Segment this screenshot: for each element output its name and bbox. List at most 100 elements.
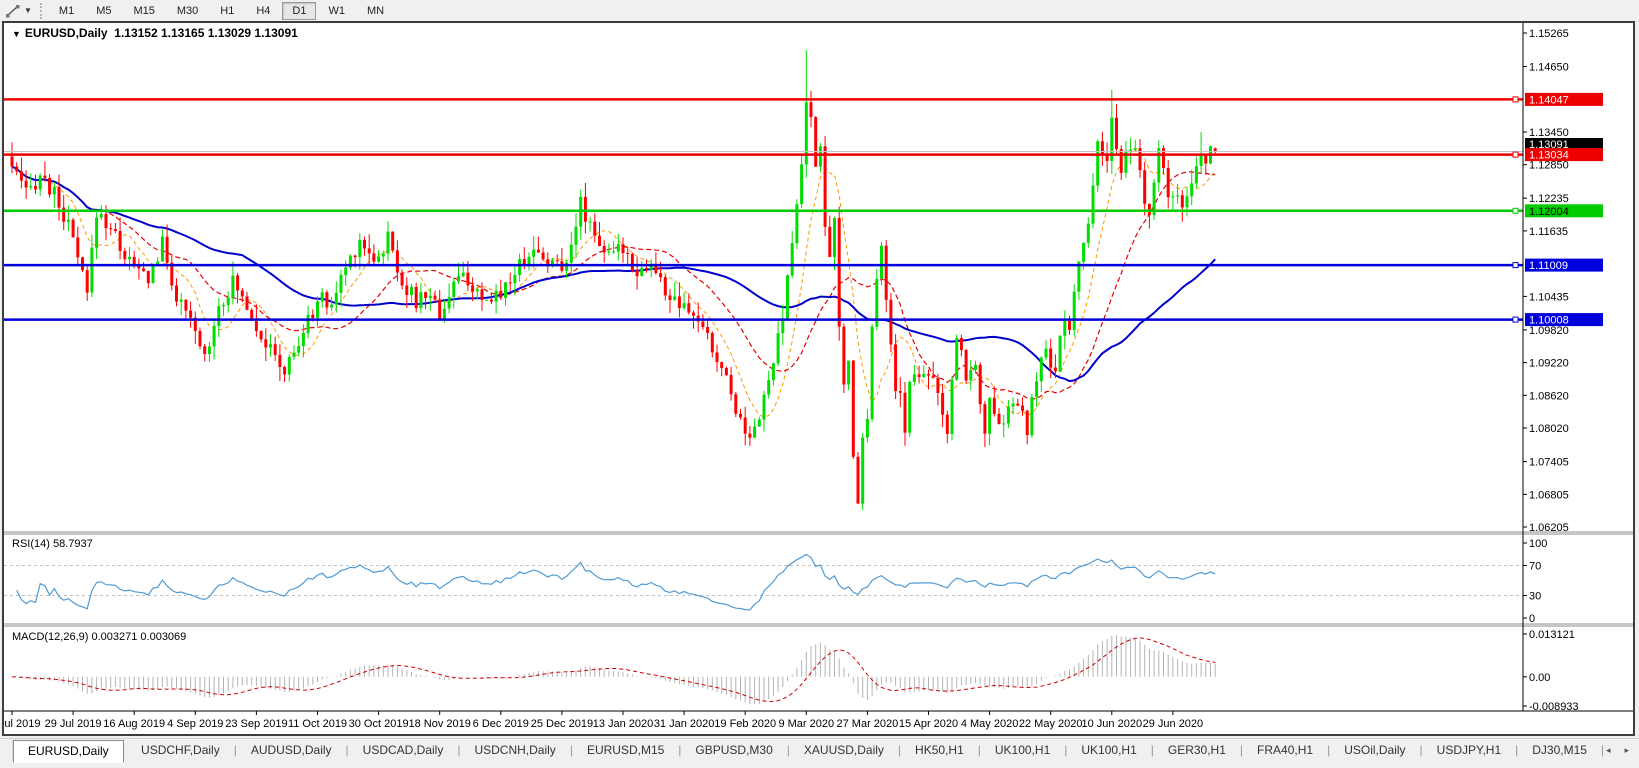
svg-text:13 Jan 2020: 13 Jan 2020: [593, 718, 654, 730]
hline-price-label: 1.10008: [1525, 313, 1603, 327]
chart-tab-uk100-h1[interactable]: UK100,H1: [981, 740, 1064, 761]
hline-handle[interactable]: [1512, 207, 1519, 214]
macd-panel: [11, 635, 1216, 705]
timeframe-button-m5[interactable]: M5: [86, 2, 121, 20]
chart-tab-ger30-h1[interactable]: GER30,H1: [1154, 740, 1240, 761]
svg-text:4 Sep 2019: 4 Sep 2019: [167, 718, 223, 730]
chart-tab-usdcad-daily[interactable]: USDCAD,Daily: [349, 740, 458, 761]
svg-text:10 Jun 2020: 10 Jun 2020: [1082, 718, 1143, 730]
chart-tab-usoil-daily[interactable]: USOil,Daily: [1330, 740, 1419, 761]
svg-text:1.06205: 1.06205: [1529, 522, 1569, 534]
chart-tab-hk50-h1[interactable]: HK50,H1: [901, 740, 978, 761]
svg-text:1.09220: 1.09220: [1529, 358, 1569, 370]
toolbar-separator: [39, 2, 42, 19]
hline-price-label: 1.14047: [1525, 92, 1603, 106]
svg-text:1.14047: 1.14047: [1529, 94, 1569, 106]
svg-text:4 May 2020: 4 May 2020: [961, 718, 1018, 730]
macd-axis: 0.013121 0.00 -0.008933: [1523, 629, 1579, 713]
svg-text:1.13034: 1.13034: [1529, 150, 1569, 162]
svg-text:1.15265: 1.15265: [1529, 28, 1569, 40]
svg-text:1.12235: 1.12235: [1529, 193, 1569, 205]
svg-text:27 Mar 2020: 27 Mar 2020: [837, 718, 899, 730]
tab-separator: |: [1600, 743, 1605, 757]
hline-handle[interactable]: [1512, 316, 1519, 323]
chart-tab-dj30-m15[interactable]: DJ30,M15: [1518, 740, 1601, 761]
price-axis[interactable]: 1.152651.146501.134501.128501.122351.116…: [1523, 28, 1603, 713]
rsi-indicator-label: RSI(14) 58.7937: [12, 538, 93, 550]
svg-text:-0.008933: -0.008933: [1529, 701, 1579, 713]
chart-tab-usdjpy-h1[interactable]: USDJPY,H1: [1423, 740, 1515, 761]
toolbar-dropdown-caret[interactable]: ▼: [24, 6, 32, 15]
chart-tab-eurusd-m15[interactable]: EURUSD,M15: [573, 740, 678, 761]
svg-text:18 Nov 2019: 18 Nov 2019: [409, 718, 471, 730]
macd-indicator-label: MACD(12,26,9) 0.003271 0.003069: [12, 631, 187, 643]
svg-text:1.11009: 1.11009: [1529, 260, 1568, 272]
svg-text:15 Apr 2020: 15 Apr 2020: [899, 718, 958, 730]
svg-text:16 Aug 2019: 16 Aug 2019: [103, 718, 165, 730]
chart-symbol-label: EURUSD,Daily: [24, 26, 108, 40]
svg-text:30: 30: [1529, 591, 1541, 603]
chart-tab-xauusd-daily[interactable]: XAUUSD,Daily: [790, 740, 898, 761]
date-axis[interactable]: 10 Jul 2019 29 Jul 201916 Aug 20194 Sep 2…: [0, 711, 1204, 730]
hline-handle[interactable]: [1512, 262, 1519, 269]
svg-text:1.08020: 1.08020: [1529, 423, 1569, 435]
svg-text:29 Jun 2020: 29 Jun 2020: [1143, 718, 1204, 730]
chart-tab-uk100-h1[interactable]: UK100,H1: [1067, 740, 1150, 761]
macd-signal-line: [11, 637, 1216, 703]
chart-title: ▼ EURUSD,Daily 1.13152 1.13165 1.13029 1.…: [12, 26, 298, 40]
timeframe-button-d1[interactable]: D1: [282, 1, 317, 20]
svg-text:1.14650: 1.14650: [1529, 62, 1569, 74]
svg-text:9 Mar 2020: 9 Mar 2020: [778, 718, 834, 730]
timeframe-button-m15[interactable]: M15: [123, 2, 164, 20]
svg-text:10 Jul 2019: 10 Jul 2019: [4, 718, 40, 730]
svg-text:11 Oct 2019: 11 Oct 2019: [288, 718, 347, 730]
chart-tab-audusd-daily[interactable]: AUDUSD,Daily: [237, 740, 346, 761]
chart-window: 1.15265 1.14650 1.13450 1.12850 1.12235 1.116…: [0, 21, 1635, 736]
chart-tab-eurusd-daily[interactable]: EURUSD,Daily: [13, 740, 124, 763]
chart-dropdown-caret[interactable]: ▼: [12, 29, 21, 39]
timeframe-button-group: M1 M5 M15 M30 H1 H4 D1 W1 MN: [48, 1, 395, 20]
svg-text:1.10435: 1.10435: [1529, 291, 1569, 303]
chart-ohlc-values: 1.13152 1.13165 1.13029 1.13091: [114, 26, 298, 40]
rsi-axis: 100 70 30 0: [1523, 538, 1547, 625]
svg-text:100: 100: [1529, 538, 1547, 550]
svg-text:1.09820: 1.09820: [1529, 325, 1569, 337]
chart-tab-usdcnh-daily[interactable]: USDCNH,Daily: [460, 740, 569, 761]
hline-handle[interactable]: [1512, 151, 1519, 158]
chart-tab-usdchf-daily[interactable]: USDCHF,Daily: [127, 740, 234, 761]
tab-scroll-controls: ◂ ▸: [1606, 745, 1629, 756]
chart-tab-fra40-h1[interactable]: FRA40,H1: [1243, 740, 1327, 761]
ma-50-line: [11, 165, 1216, 383]
hline-handle[interactable]: [1512, 96, 1519, 103]
rsi-panel: [4, 553, 1523, 611]
timeframe-button-h1[interactable]: H1: [210, 2, 244, 20]
ma-21-line: [11, 165, 1216, 400]
trendline-icon[interactable]: [3, 3, 23, 19]
svg-text:70: 70: [1529, 561, 1541, 573]
svg-text:1.08620: 1.08620: [1529, 390, 1569, 402]
chart-canvas[interactable]: 1.15265 1.14650 1.13450 1.12850 1.12235 1.116…: [0, 23, 1633, 734]
svg-text:23 Sep 2019: 23 Sep 2019: [225, 718, 287, 730]
svg-text:31 Jan 2020: 31 Jan 2020: [654, 718, 715, 730]
main-price-panel: [4, 50, 1523, 511]
svg-text:1.13450: 1.13450: [1529, 127, 1569, 139]
svg-text:19 Feb 2020: 19 Feb 2020: [714, 718, 776, 730]
tab-scroll-right-icon[interactable]: ▸: [1624, 745, 1629, 756]
svg-text:0.00: 0.00: [1529, 672, 1550, 684]
timeframe-button-mn[interactable]: MN: [357, 2, 394, 20]
timeframe-button-w1[interactable]: W1: [318, 2, 355, 20]
timeframe-button-m1[interactable]: M1: [49, 2, 84, 20]
chart-tab-bar: EURUSD,Daily USDCHF,Daily | AUDUSD,Daily | U…: [0, 738, 1639, 768]
hline-price-label: 1.13034: [1525, 148, 1603, 162]
chart-tab-gbpusd-m30[interactable]: GBPUSD,M30: [681, 740, 786, 761]
hline-price-label: 1.12004: [1525, 204, 1603, 218]
svg-text:0.013121: 0.013121: [1529, 629, 1575, 641]
ma-8-line: [11, 149, 1216, 418]
svg-text:1.10008: 1.10008: [1529, 315, 1569, 327]
timeframe-button-h4[interactable]: H4: [246, 2, 280, 20]
tab-scroll-left-icon[interactable]: ◂: [1606, 745, 1611, 756]
svg-text:25 Dec 2019: 25 Dec 2019: [531, 718, 593, 730]
svg-text:29 Jul 2019: 29 Jul 2019: [45, 718, 102, 730]
timeframe-button-m30[interactable]: M30: [167, 2, 208, 20]
svg-text:0: 0: [1529, 613, 1535, 625]
